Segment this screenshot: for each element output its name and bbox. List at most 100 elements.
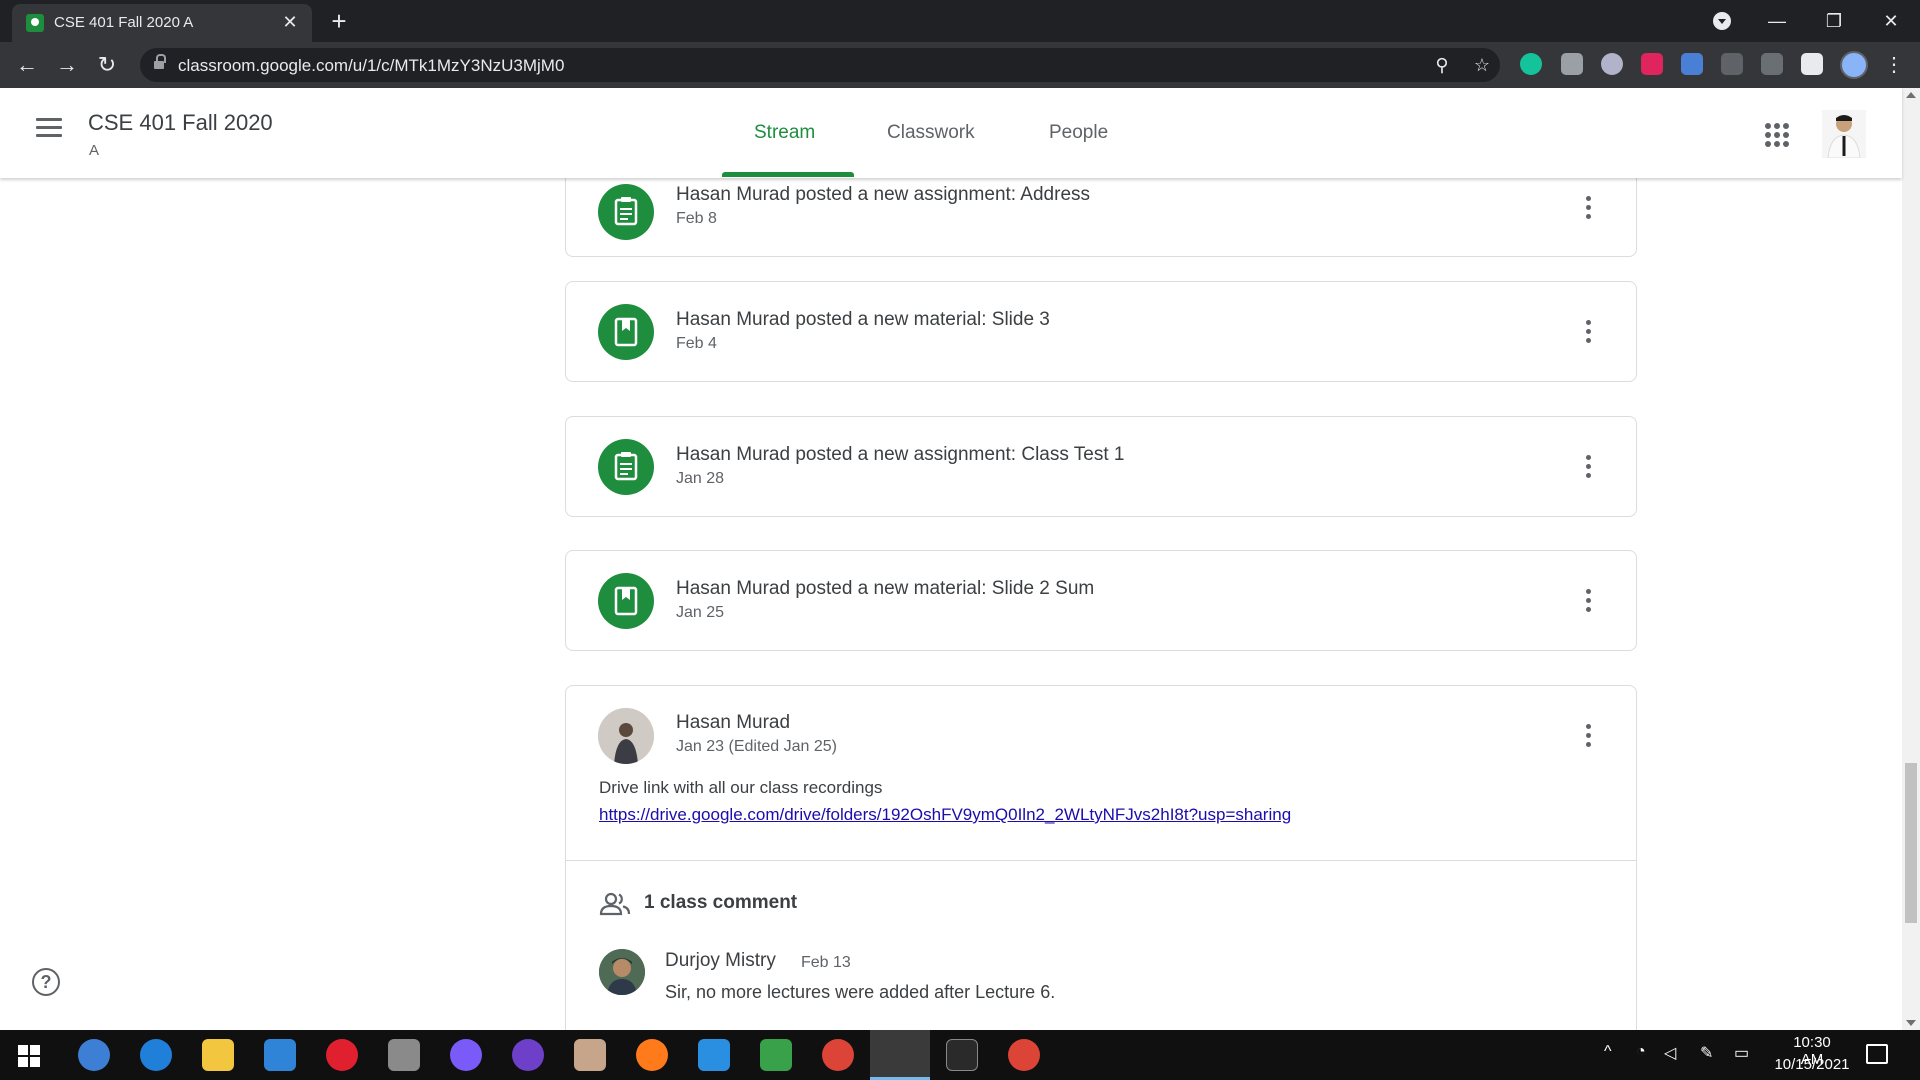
tab-classwork[interactable]: Classwork [887,122,975,144]
hamburger-menu-icon[interactable] [36,118,62,138]
help-icon[interactable]: ? [32,968,60,996]
app-icon-2[interactable] [574,1039,606,1071]
classroom-favicon-icon [26,14,44,32]
extension-icon[interactable] [1601,53,1623,75]
stream-content: Hasan Murad posted a new assignment: Add… [0,178,1902,1030]
quickbooks-app-icon[interactable] [78,1039,110,1071]
pen-extension-icon[interactable] [1761,53,1783,75]
minimize-button[interactable]: — [1757,6,1797,36]
tab-search-icon[interactable] [1713,12,1731,30]
drive-link[interactable]: https://drive.google.com/drive/folders/1… [599,805,1291,825]
vscode-app-icon[interactable] [698,1039,730,1071]
divider [566,860,1636,861]
taskbar-date[interactable]: 10/15/2021 [1772,1056,1852,1073]
app-icon-3[interactable] [760,1039,792,1071]
edge-app-icon[interactable] [140,1039,172,1071]
window-close-button[interactable]: ✕ [1871,6,1911,36]
chrome-profile-app-icon[interactable] [1008,1039,1040,1071]
material-icon [598,304,654,360]
post-title[interactable]: Hasan Murad posted a new material: Slide… [676,578,1094,600]
download-extension-icon[interactable] [1681,53,1703,75]
chrome-profile-avatar[interactable] [1840,51,1868,79]
forward-arrow-icon[interactable]: → [52,50,82,80]
play-extension-icon[interactable] [1641,53,1663,75]
announcement-card: Hasan Murad Jan 23 (Edited Jan 25) Drive… [565,685,1637,1030]
post-date: Feb 8 [676,210,717,227]
commenter-avatar [599,949,645,995]
back-arrow-icon[interactable]: ← [12,50,42,80]
page-scrollbar[interactable] [1902,88,1920,1030]
class-name[interactable]: CSE 401 Fall 2020 [88,110,273,136]
announcement-author: Hasan Murad [676,712,791,733]
account-avatar[interactable] [1822,110,1866,158]
url-text[interactable]: classroom.google.com/u/1/c/MTk1MzY3NzU3M… [178,56,564,76]
post-date: Jan 28 [676,470,725,487]
app-icon[interactable] [388,1039,420,1071]
more-options-icon[interactable] [1586,589,1592,615]
extensions-puzzle-icon[interactable] [1801,53,1823,75]
firefox-app-icon[interactable] [636,1039,668,1071]
notifications-icon[interactable] [1866,1044,1888,1064]
classroom-header: CSE 401 Fall 2020 A Stream Classwork Peo… [0,88,1902,178]
more-options-icon[interactable] [1586,196,1592,222]
stream-post-card[interactable]: Hasan Murad posted a new assignment: Cla… [565,416,1637,517]
class-comment-count[interactable]: 1 class comment [644,892,797,914]
people-icon [599,892,631,916]
comment-text: Sir, no more lectures were added after L… [665,982,1056,1002]
new-tab-button[interactable]: + [324,6,354,36]
author-avatar [598,708,654,764]
assignment-icon [598,439,654,495]
pen-icon[interactable]: ✎ [1700,1043,1713,1063]
screenshot-extension-icon[interactable] [1561,53,1583,75]
post-title[interactable]: Hasan Murad posted a new assignment: Add… [676,184,1090,206]
restore-button[interactable]: ❐ [1814,6,1854,36]
scroll-down-arrow-icon[interactable] [1906,1020,1916,1026]
commenter-name: Durjoy Mistry [665,950,776,971]
bookmark-star-icon[interactable]: ☆ [1471,54,1493,76]
chrome-menu-icon[interactable]: ⋮ [1884,52,1904,78]
tray-chevron-icon[interactable]: ^ [1604,1043,1612,1061]
more-options-icon[interactable] [1586,455,1592,481]
chrome-app-icon[interactable] [822,1039,854,1071]
zoom-icon[interactable]: ⚲ [1431,54,1453,76]
github-desktop-icon[interactable] [512,1039,544,1071]
stream-post-card[interactable]: Hasan Murad posted a new material: Slide… [565,550,1637,651]
more-options-icon[interactable] [1586,320,1592,346]
volume-icon[interactable]: ◁ [1664,1043,1676,1063]
browser-tab[interactable]: CSE 401 Fall 2020 A ✕ [12,4,312,42]
scroll-up-arrow-icon[interactable] [1906,92,1916,98]
opera-app-icon[interactable] [326,1039,358,1071]
post-date: Jan 25 [676,604,725,621]
tab-title: CSE 401 Fall 2020 A [54,14,194,31]
post-title[interactable]: Hasan Murad posted a new assignment: Cla… [676,444,1125,466]
active-tab-indicator [722,172,854,177]
keyboard-icon[interactable]: ▭ [1734,1043,1749,1063]
grammarly-extension-icon[interactable] [1520,53,1542,75]
assignment-icon [598,184,654,240]
lock-icon [154,54,166,70]
browser-toolbar: ← → ↻ classroom.google.com/u/1/c/MTk1MzY… [0,42,1920,88]
tab-close-button[interactable]: ✕ [278,10,302,34]
reload-icon[interactable]: ↻ [92,50,122,80]
tab-stream[interactable]: Stream [754,122,815,144]
post-title[interactable]: Hasan Murad posted a new material: Slide… [676,309,1050,331]
stream-post-card[interactable]: Hasan Murad posted a new material: Slide… [565,281,1637,382]
messenger-app-icon[interactable] [450,1039,482,1071]
wifi-icon[interactable]: ◔ [1636,1043,1646,1061]
comment-date: Feb 13 [801,954,851,971]
stream-post-card[interactable]: Hasan Murad posted a new assignment: Add… [565,178,1637,257]
browser-tab-bar: CSE 401 Fall 2020 A ✕ + — ❐ ✕ [0,0,1920,42]
terminal-app-icon[interactable] [946,1039,978,1071]
scrollbar-thumb[interactable] [1905,763,1917,923]
mail-app-icon[interactable] [264,1039,296,1071]
address-bar[interactable]: classroom.google.com/u/1/c/MTk1MzY3NzU3M… [140,48,1500,82]
extension-icon-2[interactable] [1721,53,1743,75]
more-options-icon[interactable] [1586,724,1592,750]
file-explorer-icon[interactable] [202,1039,234,1071]
class-section: A [89,142,100,159]
tab-people[interactable]: People [1049,122,1108,144]
chrome-active-window[interactable] [870,1030,930,1080]
google-apps-icon[interactable] [1765,123,1789,147]
material-icon [598,573,654,629]
windows-start-icon[interactable] [18,1045,40,1067]
